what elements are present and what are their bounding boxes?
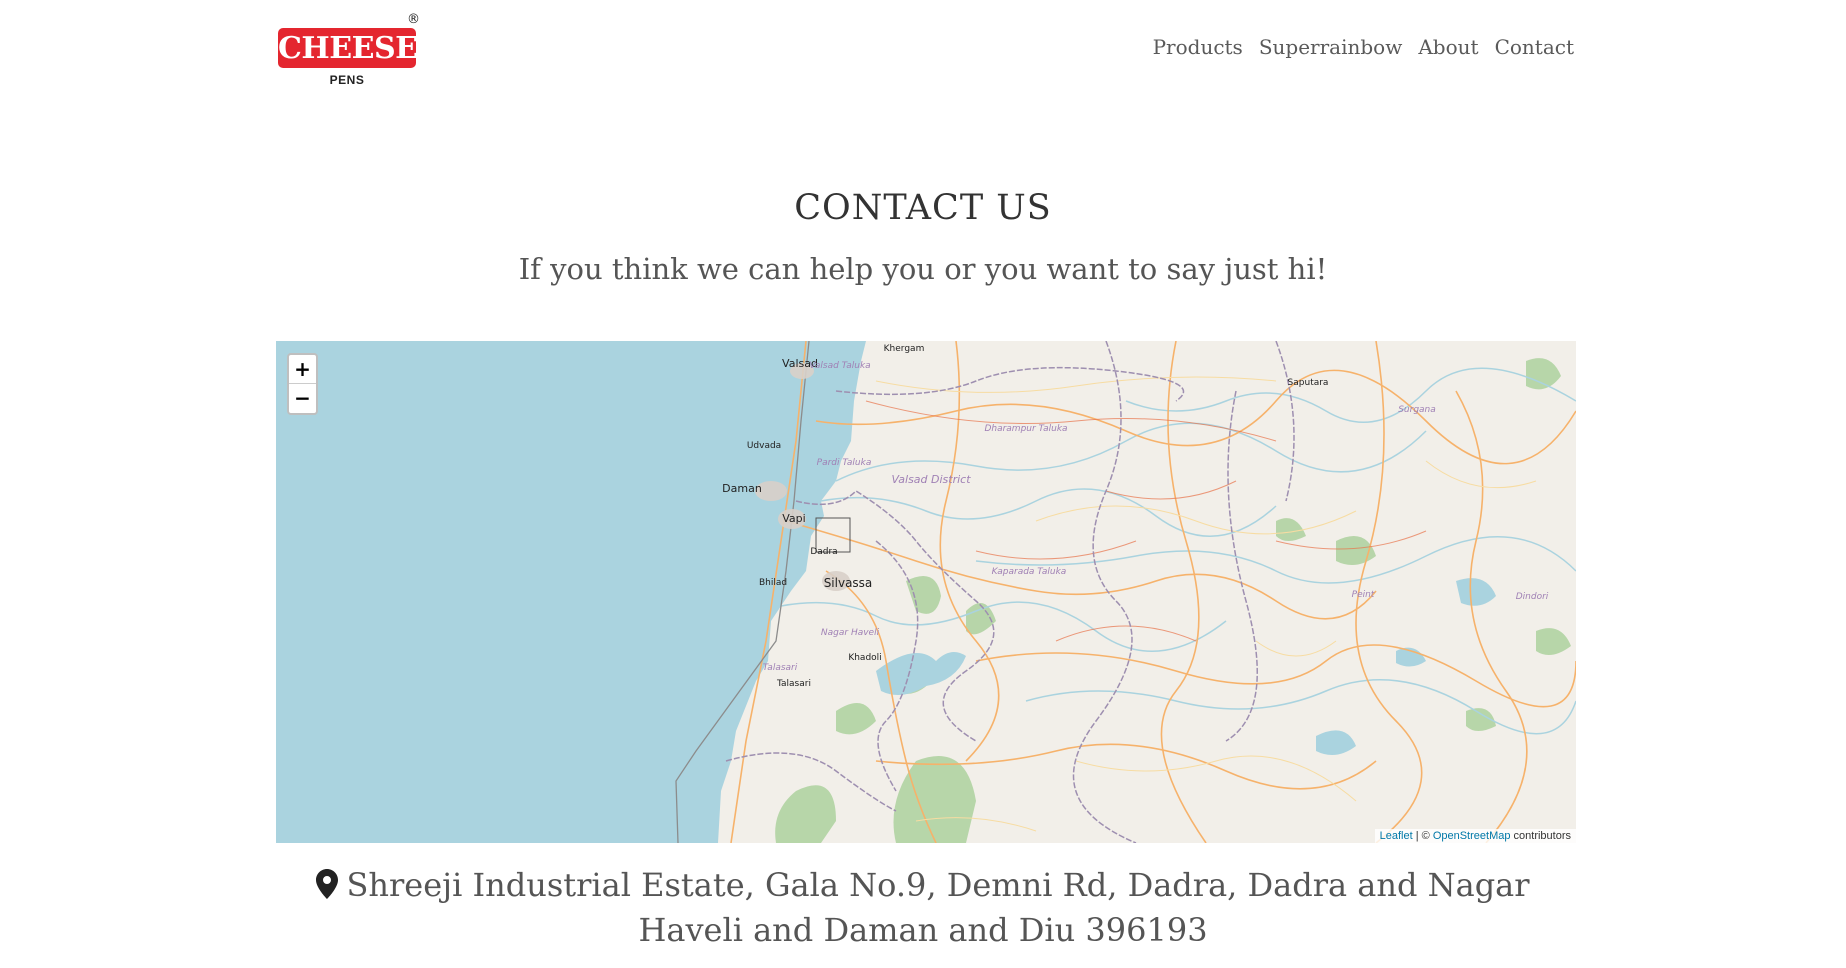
osm-link[interactable]: OpenStreetMap	[1433, 830, 1511, 842]
label-saputara: Saputara	[1288, 378, 1329, 388]
map-attribution: Leaflet | © OpenStreetMap contributors	[1374, 829, 1576, 843]
page-subtitle: If you think we can help you or you want…	[518, 252, 1328, 286]
registered-mark: ®	[407, 12, 420, 27]
contact-address: Shreeji Industrial Estate, Gala No.9, De…	[290, 863, 1556, 953]
nav-superrainbow[interactable]: Superrainbow	[1259, 35, 1403, 59]
label-silvassa: Silvassa	[824, 576, 873, 590]
label-peint: Peint	[1352, 590, 1375, 600]
site-header: CHEESE ® PENS Products Superrainbow Abou…	[0, 0, 1846, 110]
leaflet-link[interactable]: Leaflet	[1380, 830, 1413, 842]
nav-contact[interactable]: Contact	[1495, 35, 1574, 59]
map-labels: Valsad Khergam Saputara Udvada Daman Vap…	[722, 344, 1549, 689]
label-pardi: Pardi Taluka	[817, 458, 872, 468]
label-udvada: Udvada	[747, 441, 781, 451]
zoom-out-button[interactable]: −	[289, 384, 316, 413]
label-nagar-haveli: Nagar Haveli	[821, 628, 880, 638]
label-talasari-taluka: Talasari	[763, 663, 798, 673]
label-valsad-district: Valsad District	[891, 473, 971, 486]
attribution-separator: | ©	[1412, 830, 1433, 842]
label-bhilad: Bhilad	[759, 578, 787, 588]
nav-about[interactable]: About	[1418, 35, 1478, 59]
label-dindori: Dindori	[1516, 592, 1549, 602]
label-vapi: Vapi	[782, 512, 805, 525]
page-title: CONTACT US	[794, 188, 1052, 228]
label-khergam: Khergam	[884, 344, 925, 354]
nav-products[interactable]: Products	[1153, 35, 1243, 59]
logo-subtext: PENS	[329, 73, 365, 87]
label-kaparada: Kaparada Taluka	[992, 567, 1067, 577]
label-dadra: Dadra	[810, 547, 837, 557]
zoom-control: + −	[287, 353, 318, 415]
map-marker-icon	[316, 869, 339, 899]
main-nav: Products Superrainbow About Contact	[1153, 35, 1574, 59]
label-talasari: Talasari	[776, 679, 811, 689]
label-khadoli: Khadoli	[848, 653, 881, 663]
label-surgana: Surgana	[1398, 405, 1436, 415]
address-text: Shreeji Industrial Estate, Gala No.9, De…	[346, 866, 1530, 949]
logo-brand-text: CHEESE	[278, 31, 418, 66]
attribution-tail: contributors	[1510, 830, 1571, 842]
label-dharampur: Dharampur Taluka	[984, 424, 1067, 434]
location-map[interactable]: Valsad Khergam Saputara Udvada Daman Vap…	[276, 341, 1576, 843]
label-valsad-taluka: Valsad Taluka	[809, 361, 870, 371]
zoom-in-button[interactable]: +	[289, 355, 316, 384]
label-daman: Daman	[722, 482, 762, 495]
brand-logo[interactable]: CHEESE ® PENS	[278, 12, 420, 90]
